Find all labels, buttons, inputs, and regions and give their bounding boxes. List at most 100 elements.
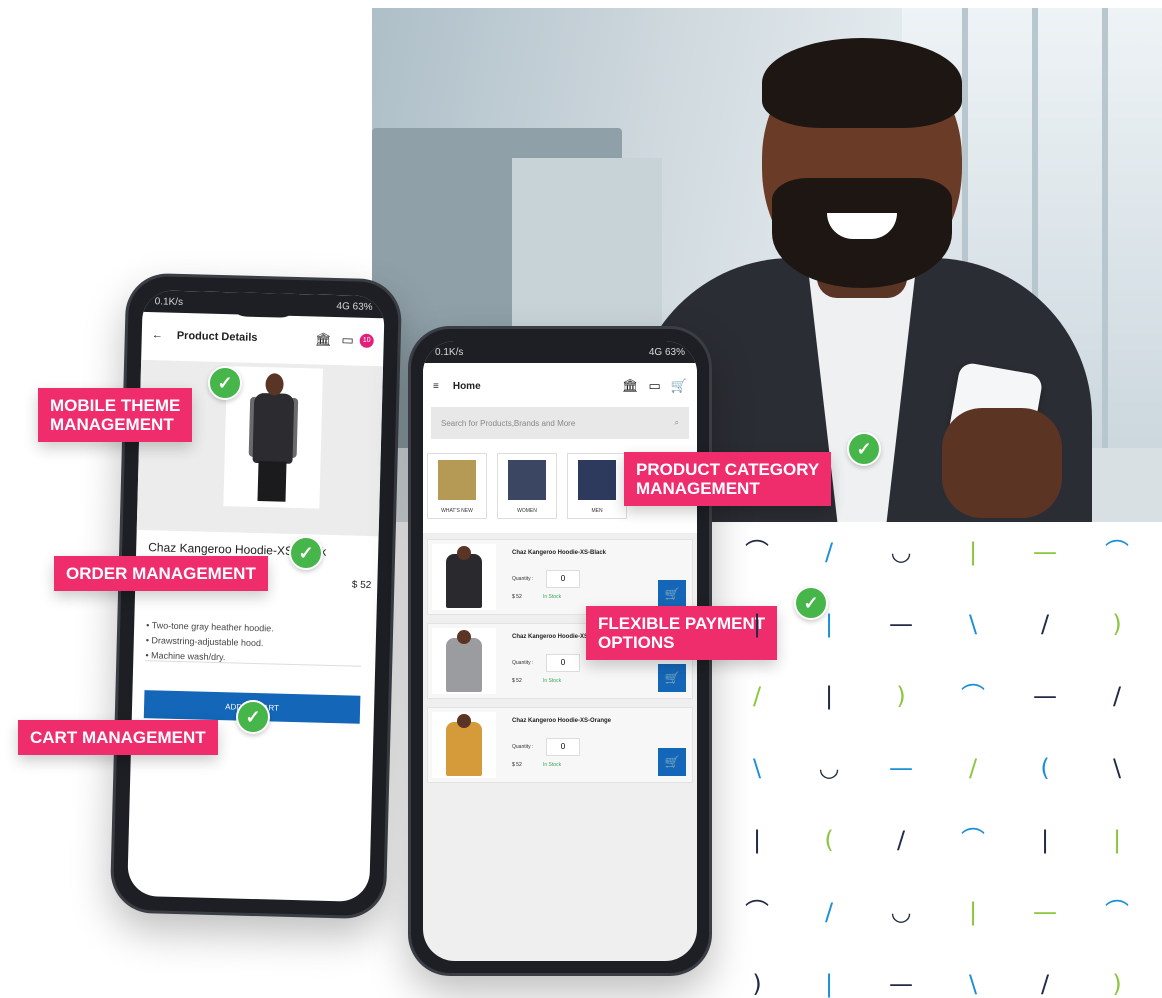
tag-order-management: ORDER MANAGEMENT — [54, 556, 268, 591]
quantity-input[interactable]: 0 — [546, 738, 580, 756]
quantity-label: Quantity : — [512, 660, 534, 666]
product-price: $ 52 — [512, 762, 522, 768]
product-name: Chaz Kangeroo Hoodie-XS-Orange — [512, 718, 612, 724]
pattern-mark: ) — [752, 970, 762, 998]
quantity-label: Quantity : — [512, 744, 534, 750]
pattern-mark: / — [968, 754, 978, 782]
pattern-mark: ⌒ — [745, 538, 769, 566]
tag-cart-management: CART MANAGEMENT — [18, 720, 218, 755]
pattern-mark: | — [968, 538, 978, 566]
pattern-mark: ◡ — [818, 754, 840, 782]
product-thumbnail — [432, 712, 496, 778]
category-women[interactable]: WOMEN — [497, 453, 557, 519]
checkmark-icon: ✓ — [289, 536, 323, 570]
stock-status: In Stock — [543, 762, 562, 768]
pattern-mark: — — [889, 754, 913, 782]
pattern-mark: \ — [968, 610, 978, 638]
pattern-mark: | — [1040, 826, 1050, 854]
product-thumbnail — [432, 628, 496, 694]
pattern-mark: / — [824, 538, 834, 566]
category-thumbnail — [508, 460, 546, 500]
pattern-mark: — — [889, 970, 913, 998]
credit-card-icon[interactable]: ▭ — [341, 332, 354, 348]
quantity-input[interactable]: 0 — [546, 570, 580, 588]
cart-icon[interactable]: 🛒 — [671, 378, 687, 394]
pattern-mark: | — [824, 682, 834, 710]
product-description: • Two-tone gray heather hoodie. • Drawst… — [145, 618, 274, 666]
pattern-mark: ( — [824, 826, 834, 854]
stock-status: In Stock — [543, 678, 562, 684]
status-left: 0.1K/s — [154, 295, 184, 308]
pattern-mark: ◡ — [890, 898, 912, 926]
product-price: $ 52 — [351, 579, 372, 592]
search-input[interactable]: Search for Products,Brands and More ⌕ — [431, 407, 689, 439]
pattern-mark: ( — [1040, 754, 1050, 782]
stock-status: In Stock — [543, 594, 562, 600]
tag-product-category-management: PRODUCT CATEGORY MANAGEMENT — [624, 452, 832, 506]
tag-mobile-theme-management: MOBILE THEME MANAGEMENT — [38, 388, 193, 442]
arrow-left-icon[interactable]: ← — [152, 329, 163, 341]
hoodie-body — [446, 722, 482, 776]
category-label: MEN — [591, 508, 603, 514]
pattern-mark: / — [752, 682, 762, 710]
pattern-mark: / — [1112, 682, 1122, 710]
hoodie-body — [446, 638, 482, 692]
product-name: Chaz Kangeroo Hoodie-XS-Black — [512, 550, 607, 556]
pattern-mark: ⌒ — [1105, 898, 1129, 926]
hamburger-menu-icon[interactable]: ≡ — [433, 381, 439, 392]
credit-card-icon[interactable]: ▭ — [649, 378, 661, 394]
pattern-mark: ⌒ — [961, 826, 985, 854]
phone-screen: 0.1K/s 4G 63% ← Product Details 🏛 ▭ 10 C… — [127, 289, 385, 903]
bank-icon[interactable]: 🏛 — [315, 331, 332, 347]
pattern-mark: — — [1033, 538, 1057, 566]
product-card[interactable]: Chaz Kangeroo Hoodie-XS-Black Quantity :… — [427, 539, 693, 615]
search-icon[interactable]: ⌕ — [675, 418, 679, 428]
product-card[interactable]: Chaz Kangeroo Hoodie-XS-Orange Quantity … — [427, 707, 693, 783]
pattern-mark: | — [1112, 826, 1122, 854]
app-header: ← Product Details 🏛 ▭ 10 — [141, 312, 384, 364]
hoodie-body — [446, 554, 482, 608]
product-image-area — [136, 359, 384, 537]
category-men[interactable]: MEN — [567, 453, 627, 519]
product-price: $ 52 — [512, 594, 522, 600]
product-name: Chaz Kangeroo Hoodie-XS-G — [512, 634, 595, 640]
pattern-mark: ⌒ — [1105, 538, 1129, 566]
status-right: 4G 63% — [648, 346, 685, 358]
pattern-mark: ) — [1112, 610, 1122, 638]
pattern-mark: ⌒ — [961, 682, 985, 710]
pattern-mark: ) — [1112, 970, 1122, 998]
add-to-cart-icon[interactable]: 🛒 — [658, 748, 686, 776]
pattern-mark: / — [896, 826, 906, 854]
decorative-pattern: ⌒ / ◡ | — ⌒ | | — \ /) / |) ⌒ — / \ ◡ — / (\ | (/ ⌒ | | ⌒ / ◡ | — ⌒) | — \… — [745, 530, 1162, 996]
page-title: Product Details — [176, 329, 258, 344]
category-thumbnail — [578, 460, 616, 500]
pattern-mark: ◡ — [890, 538, 912, 566]
status-left: 0.1K/s — [435, 346, 464, 358]
checkmark-icon: ✓ — [847, 432, 881, 466]
category-label: WOMEN — [517, 508, 537, 514]
product-price: $ 52 — [512, 678, 522, 684]
phone-product-details: 0.1K/s 4G 63% ← Product Details 🏛 ▭ 10 C… — [109, 272, 403, 920]
product-thumbnail — [432, 544, 496, 610]
cart-badge[interactable]: 10 — [359, 333, 374, 348]
hoodie-model — [247, 373, 299, 502]
checkmark-icon: ✓ — [236, 700, 270, 734]
pattern-mark: | — [824, 970, 834, 998]
pattern-mark: \ — [968, 970, 978, 998]
pattern-mark: — — [1033, 898, 1057, 926]
add-to-cart-icon[interactable]: 🛒 — [658, 580, 686, 608]
pattern-mark: | — [968, 898, 978, 926]
bank-icon[interactable]: 🏛 — [622, 378, 639, 394]
app-header: ≡ Home 🏛 ▭ 🛒 — [423, 363, 697, 409]
category-label: WHAT'S NEW — [441, 508, 473, 514]
search-placeholder: Search for Products,Brands and More — [441, 418, 576, 428]
pattern-mark: \ — [1112, 754, 1122, 782]
category-whats-new[interactable]: WHAT'S NEW — [427, 453, 487, 519]
quantity-input[interactable]: 0 — [546, 654, 580, 672]
status-right: 4G 63% — [336, 300, 373, 313]
pattern-mark: / — [824, 898, 834, 926]
pattern-mark: | — [752, 826, 762, 854]
pattern-mark: ⌒ — [745, 898, 769, 926]
pattern-mark: / — [1040, 610, 1050, 638]
add-to-cart-icon[interactable]: 🛒 — [658, 664, 686, 692]
